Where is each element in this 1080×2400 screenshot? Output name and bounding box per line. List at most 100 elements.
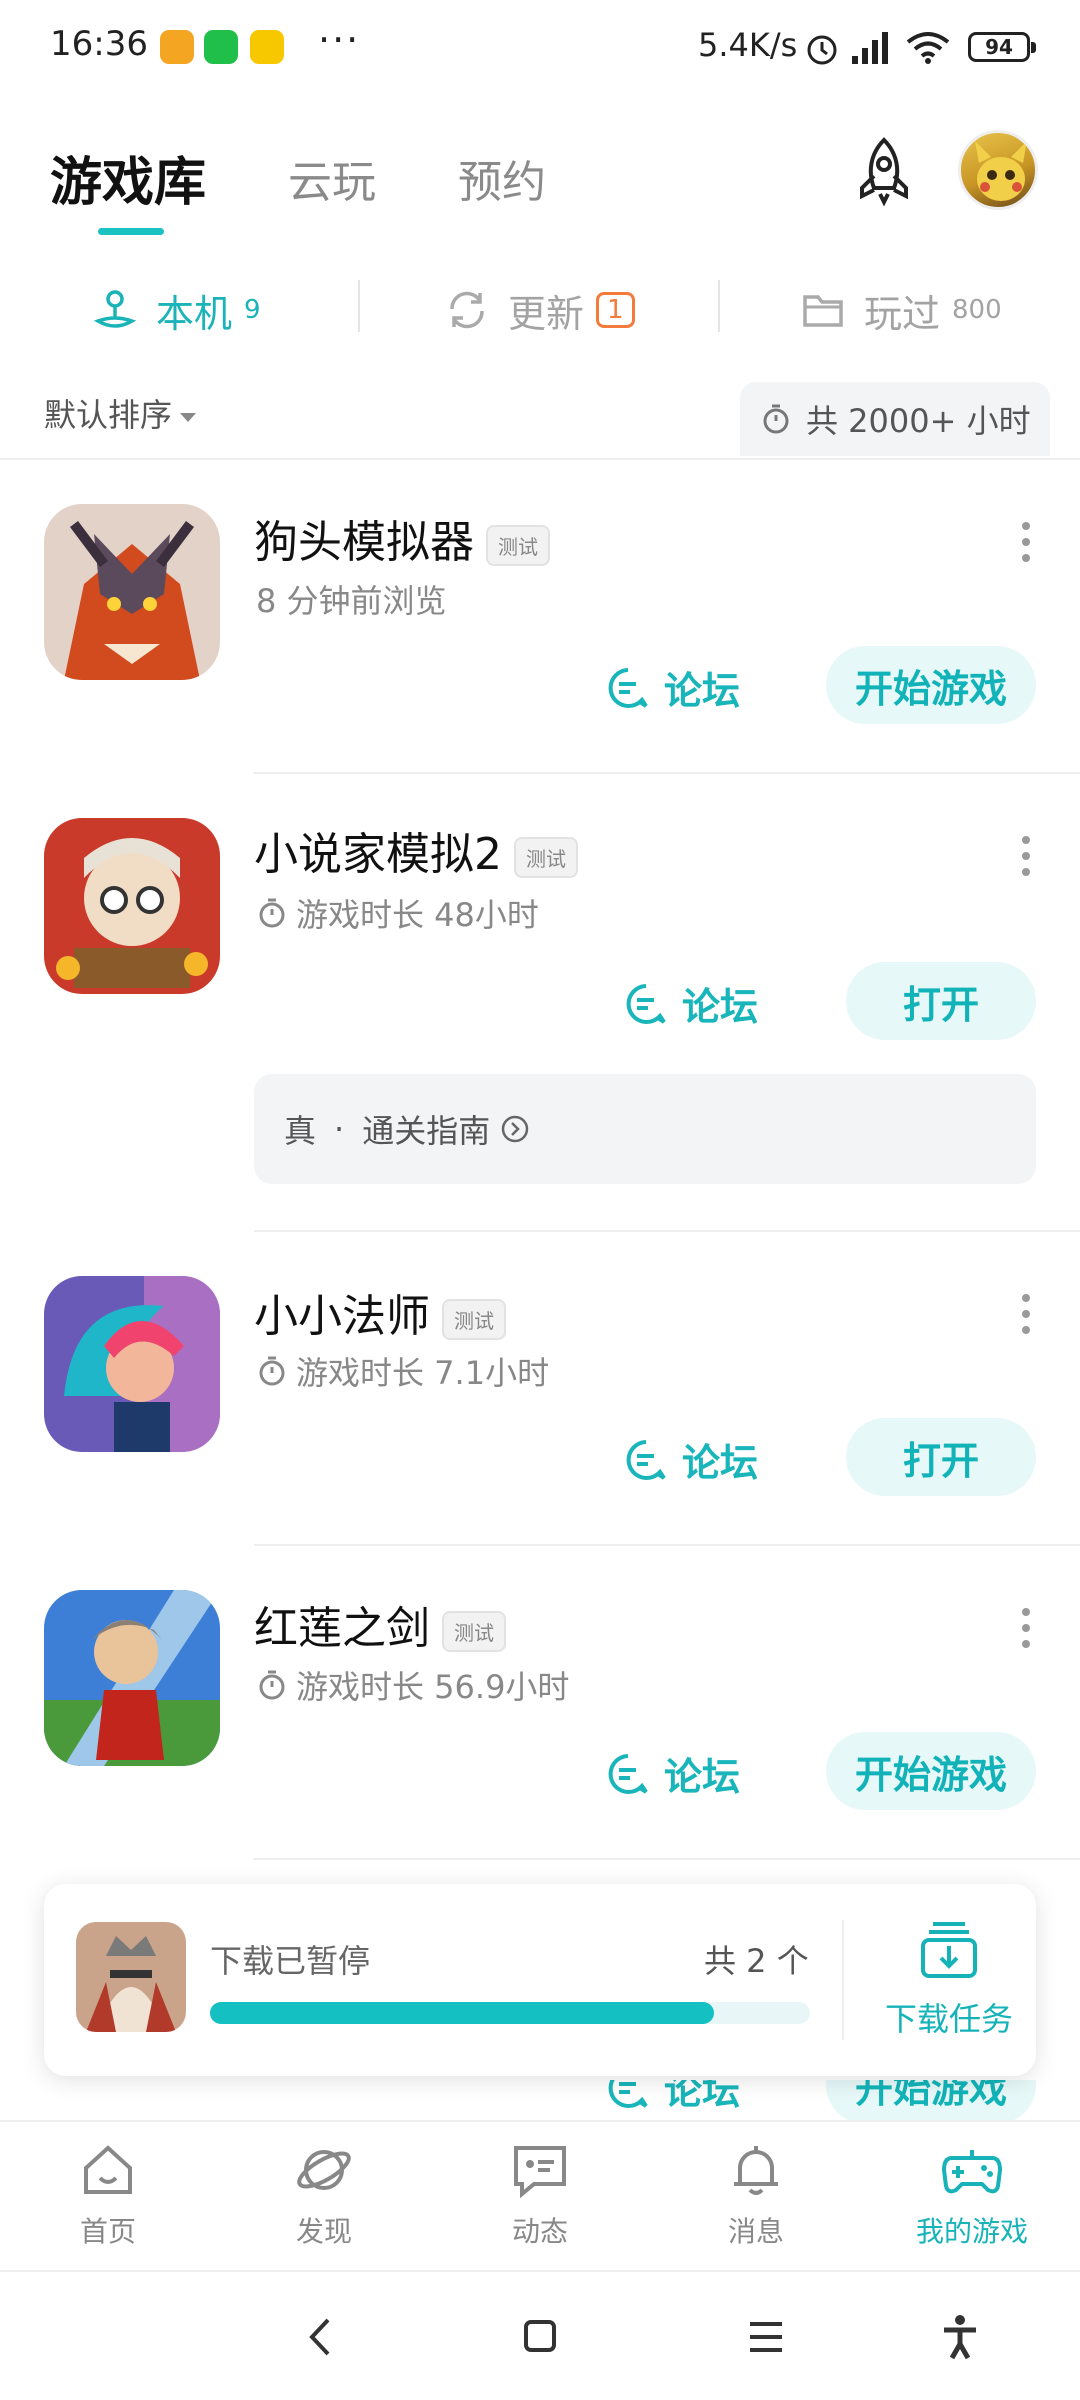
test-tag: 测试 bbox=[486, 524, 550, 566]
nav-home[interactable]: 首页 bbox=[28, 2140, 188, 2250]
subtab-played[interactable]: 玩过 800 bbox=[800, 280, 1002, 340]
game-title[interactable]: 小小法师 测试 bbox=[254, 1280, 506, 1344]
local-device-icon bbox=[93, 290, 137, 328]
forum-button[interactable]: 论坛 bbox=[606, 2080, 740, 2115]
download-count: 共 2 个 bbox=[704, 1942, 809, 1980]
forum-button[interactable]: 论坛 bbox=[606, 660, 740, 715]
more-options-icon[interactable] bbox=[1020, 1608, 1032, 1648]
game-title[interactable]: 红莲之剑 测试 bbox=[254, 1592, 506, 1656]
game-title[interactable]: 小说家模拟2 测试 bbox=[254, 818, 578, 882]
update-count-badge: 1 bbox=[596, 292, 635, 328]
divider bbox=[254, 772, 1080, 774]
subtab-local[interactable]: 本机 9 bbox=[92, 280, 261, 340]
subtab-played-label: 玩过 bbox=[864, 291, 941, 336]
discover-planet-icon bbox=[297, 2150, 351, 2190]
net-speed: 5.4K/s bbox=[698, 26, 798, 64]
subtab-local-label: 本机 bbox=[156, 291, 233, 336]
home-icon bbox=[84, 2145, 132, 2194]
wifi-icon bbox=[906, 32, 950, 64]
nav-discover[interactable]: 发现 bbox=[244, 2140, 404, 2250]
nav-feed[interactable]: 动态 bbox=[460, 2140, 620, 2250]
more-options-icon[interactable] bbox=[1020, 836, 1032, 876]
forum-button[interactable]: 论坛 bbox=[606, 1746, 740, 1801]
subtab-update[interactable]: 更新 1 bbox=[444, 280, 635, 340]
test-tag: 测试 bbox=[442, 1610, 506, 1652]
refresh-icon bbox=[450, 291, 484, 329]
active-tab-indicator bbox=[98, 228, 164, 235]
sort-dropdown[interactable]: 默认排序 bbox=[44, 390, 197, 436]
battery-icon: 94 bbox=[968, 32, 1036, 62]
avatar-image bbox=[975, 141, 1027, 201]
partial-game-row: 论坛 开始游戏 bbox=[600, 2080, 1060, 2120]
download-game-thumbnail bbox=[76, 1922, 186, 2032]
back-icon[interactable] bbox=[300, 2312, 340, 2362]
subtab-update-label: 更新 bbox=[508, 291, 585, 336]
more-options-icon[interactable] bbox=[1020, 522, 1032, 562]
total-playtime-text: 共 2000+ 小时 bbox=[806, 402, 1031, 440]
timer-icon bbox=[259, 1356, 285, 1386]
start-game-button[interactable]: 开始游戏 bbox=[826, 646, 1036, 724]
nav-messages[interactable]: 消息 bbox=[676, 2140, 836, 2250]
folder-icon bbox=[803, 295, 843, 327]
nav-my-games[interactable]: 我的游戏 bbox=[892, 2140, 1052, 2250]
test-tag: 测试 bbox=[442, 1298, 506, 1340]
accessibility-icon[interactable] bbox=[940, 2312, 980, 2362]
game-artwork bbox=[44, 1276, 220, 1452]
chevron-right-circle-icon bbox=[501, 1115, 529, 1143]
more-notifications-icon: ··· bbox=[318, 18, 361, 62]
start-game-button[interactable]: 开始游戏 bbox=[826, 2080, 1036, 2120]
game-icon-little-mage[interactable] bbox=[44, 1276, 220, 1452]
wechat-icon bbox=[204, 30, 238, 64]
forum-icon bbox=[626, 983, 666, 1024]
avatar[interactable] bbox=[958, 130, 1038, 210]
forum-button[interactable]: 论坛 bbox=[624, 976, 758, 1031]
subtab-divider bbox=[358, 280, 360, 332]
timer-icon bbox=[259, 898, 285, 928]
rocket-icon[interactable] bbox=[848, 136, 920, 208]
tab-cloud-play[interactable]: 云玩 bbox=[288, 146, 376, 210]
download-tasks-button[interactable]: 下载任务 bbox=[874, 1918, 1024, 2040]
forum-icon bbox=[626, 1439, 666, 1480]
game-title[interactable]: 狗头模拟器 测试 bbox=[254, 506, 550, 570]
subtab-played-count: 800 bbox=[952, 295, 1002, 325]
open-button[interactable]: 打开 bbox=[846, 962, 1036, 1040]
bell-icon bbox=[734, 2146, 778, 2195]
tab-game-library[interactable]: 游戏库 bbox=[50, 140, 206, 215]
subtab-local-count: 9 bbox=[244, 295, 261, 325]
bottom-nav: 首页 发现 动态 消息 我的游戏 bbox=[0, 2120, 1080, 2270]
game-subtitle: 游戏时长 56.9小时 bbox=[256, 1662, 569, 1708]
download-progress-bar bbox=[210, 2002, 810, 2024]
download-card[interactable]: 下载已暂停 共 2 个 下载任务 bbox=[44, 1884, 1036, 2076]
game-subtitle: 8 分钟前浏览 bbox=[256, 582, 447, 620]
more-options-icon[interactable] bbox=[1020, 1294, 1032, 1334]
download-tray-icon bbox=[921, 1922, 977, 1978]
forum-icon bbox=[608, 667, 648, 708]
game-icon-novelist-sim[interactable] bbox=[44, 818, 220, 994]
start-game-button[interactable]: 开始游戏 bbox=[826, 1732, 1036, 1810]
home-square-icon[interactable] bbox=[520, 2312, 560, 2362]
game-icon-dog-head[interactable] bbox=[44, 504, 220, 680]
forum-icon bbox=[608, 1753, 648, 1794]
download-progress-fill bbox=[210, 2002, 714, 2024]
gamepad-icon bbox=[942, 2150, 1002, 2194]
forum-button[interactable]: 论坛 bbox=[624, 1432, 758, 1487]
status-bar: 16:36 ··· 5.4K/s 94 bbox=[0, 0, 1080, 96]
game-artwork bbox=[44, 818, 220, 994]
tab-reservation[interactable]: 预约 bbox=[458, 146, 546, 210]
test-tag: 测试 bbox=[514, 836, 578, 878]
notification-app-icon bbox=[250, 30, 284, 64]
divider bbox=[842, 1920, 844, 2040]
total-playtime: 共 2000+ 小时 bbox=[740, 382, 1050, 456]
caret-down-icon bbox=[180, 412, 197, 422]
divider bbox=[254, 1230, 1080, 1232]
menu-icon[interactable] bbox=[746, 2312, 786, 2362]
game-artwork bbox=[44, 1590, 220, 1766]
game-subtitle: 游戏时长 7.1小时 bbox=[256, 1348, 549, 1394]
guide-label: 真 bbox=[284, 1112, 317, 1150]
open-button[interactable]: 打开 bbox=[846, 1418, 1036, 1496]
walkthrough-guide-link[interactable]: 真 · 通关指南 bbox=[254, 1074, 1036, 1184]
signal-icon bbox=[852, 32, 888, 64]
status-time: 16:36 bbox=[50, 24, 148, 64]
game-icon-crimson-sword[interactable] bbox=[44, 1590, 220, 1766]
sort-label: 默认排序 bbox=[44, 396, 173, 434]
